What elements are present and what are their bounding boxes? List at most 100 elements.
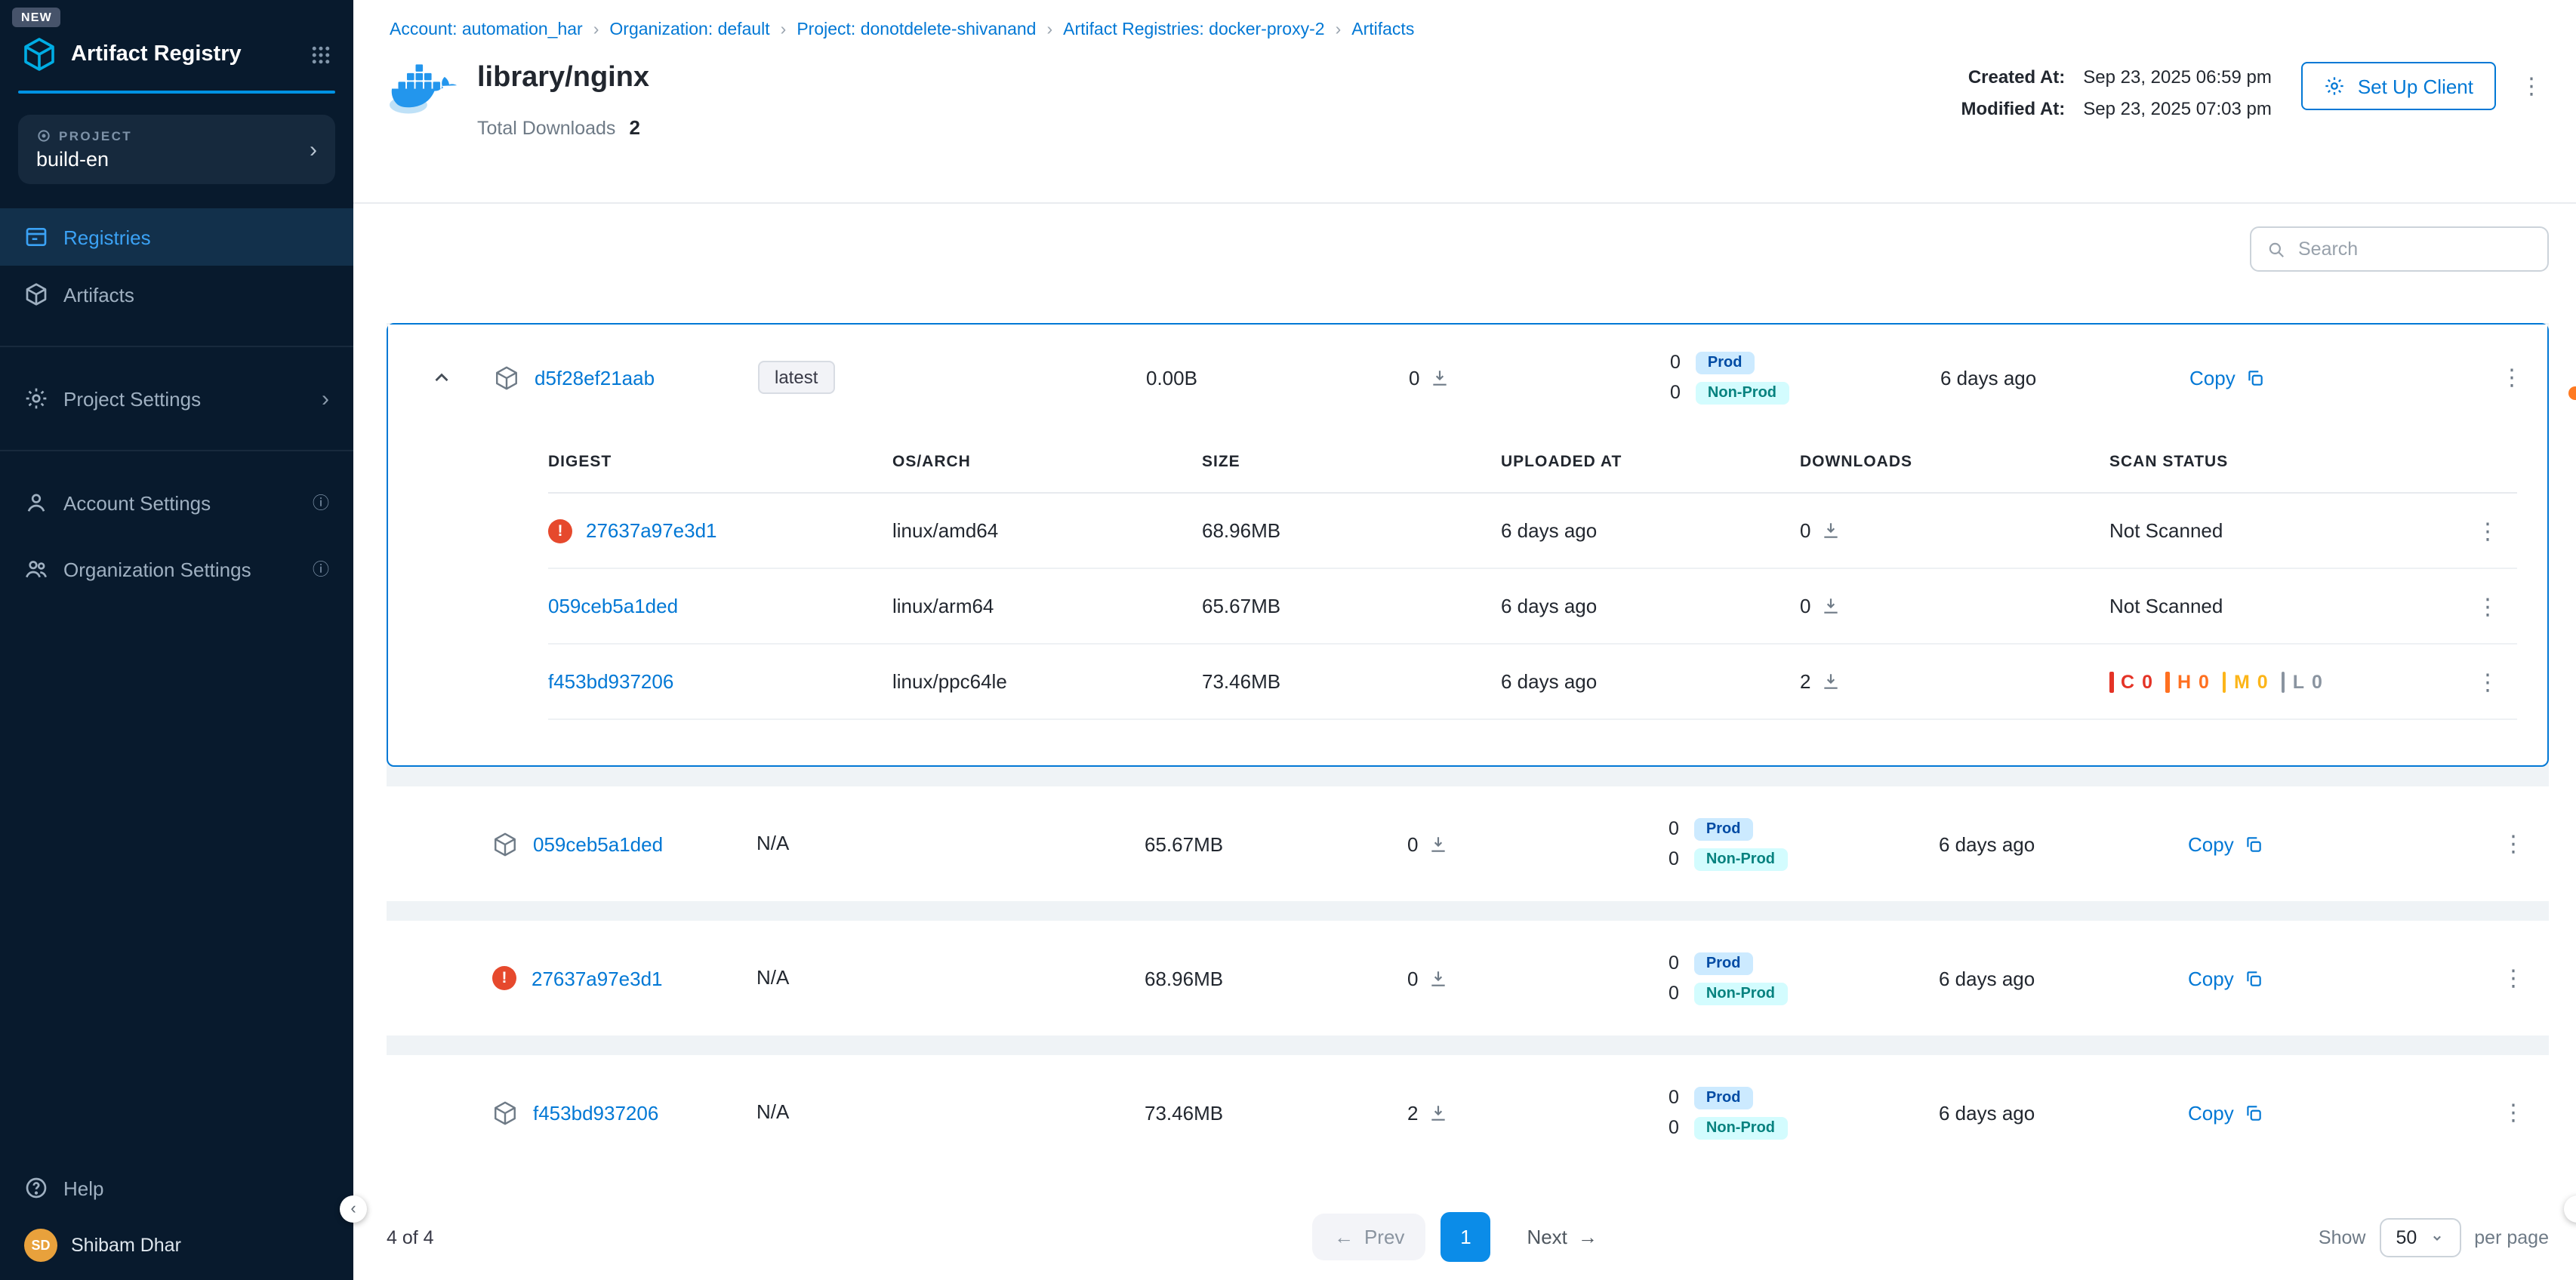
- chevron-up-icon[interactable]: [430, 366, 452, 389]
- breadcrumb-account[interactable]: Account: automation_har: [390, 21, 583, 39]
- module-accent-underline: [18, 91, 335, 94]
- package-icon: [494, 365, 519, 390]
- project-label: PROJECT: [59, 128, 132, 143]
- download-count: 0: [1409, 366, 1419, 389]
- header-menu-icon[interactable]: ⋮: [2520, 72, 2543, 100]
- breadcrumb: Account: automation_har › Organization: …: [353, 0, 2576, 39]
- user-name: Shibam Dhar: [71, 1235, 181, 1256]
- total-downloads-value: 2: [629, 116, 639, 139]
- copy-button[interactable]: Copy: [2189, 366, 2401, 389]
- sidebar-item-project-settings[interactable]: Project Settings ›: [0, 370, 353, 427]
- copy-button[interactable]: Copy: [2188, 832, 2399, 855]
- artifact-name-link[interactable]: 27637a97e3d1: [532, 967, 663, 989]
- updated-time: 6 days ago: [1939, 967, 2188, 989]
- breadcrumb-organization[interactable]: Organization: default: [609, 21, 769, 39]
- artifact-row: ! 27637a97e3d1 N/A 68.96MB 0 0 Prod: [387, 921, 2549, 1035]
- download-icon: [1821, 672, 1841, 691]
- nonprod-count: 0: [1669, 1117, 1679, 1138]
- artifact-size: 0.00B: [1146, 366, 1409, 389]
- modified-at-value: Sep 23, 2025 07:03 pm: [2083, 98, 2272, 119]
- sidebar-item-account-settings[interactable]: Account Settings ⓘ: [0, 474, 353, 531]
- sidebar-item-label: Project Settings: [63, 387, 201, 410]
- project-icon: [36, 128, 51, 143]
- page-size-select[interactable]: 50: [2379, 1217, 2460, 1257]
- download-icon: [1430, 368, 1450, 387]
- column-header-downloads: DOWNLOADS: [1800, 452, 2109, 470]
- per-page-label: per page: [2474, 1226, 2549, 1248]
- expanded-artifact-group: d5f28ef21aab latest 0.00B 0 0 Prod: [387, 323, 2549, 767]
- tag-value: N/A: [756, 966, 789, 989]
- digest-link[interactable]: f453bd937206: [548, 670, 673, 693]
- sidebar-item-help[interactable]: Help: [0, 1159, 353, 1217]
- help-icon: [24, 1176, 48, 1200]
- created-at-value: Sep 23, 2025 06:59 pm: [2083, 66, 2272, 88]
- column-header-os-arch: OS/ARCH: [892, 452, 1202, 470]
- sidebar-bottom: Help SD Shibam Dhar: [0, 1159, 353, 1280]
- breadcrumb-artifacts[interactable]: Artifacts: [1351, 21, 1414, 39]
- row-menu-icon[interactable]: ⋮: [2476, 517, 2517, 544]
- artifact-name-link[interactable]: f453bd937206: [533, 1101, 658, 1124]
- artifact-name-link[interactable]: 059ceb5a1ded: [533, 832, 663, 855]
- prod-badge: Prod: [1694, 817, 1753, 840]
- download-icon: [1428, 1103, 1448, 1122]
- next-page-button[interactable]: Next →: [1505, 1214, 1618, 1260]
- copy-label: Copy: [2188, 1101, 2234, 1124]
- breadcrumb-separator: ›: [1336, 21, 1342, 39]
- digest-row: ! 27637a97e3d1 linux/amd64 68.96MB 6 day…: [548, 494, 2517, 569]
- os-arch: linux/amd64: [892, 519, 1202, 542]
- artifact-name-link[interactable]: d5f28ef21aab: [535, 366, 655, 389]
- prev-page-button[interactable]: ← Prev: [1313, 1214, 1425, 1260]
- pagination: 4 of 4 ← Prev 1 Next → Show 50: [387, 1212, 2549, 1262]
- copy-icon: [2246, 368, 2266, 387]
- artifact-registry-logo-icon: [21, 36, 57, 72]
- search-input[interactable]: [2298, 238, 2532, 260]
- warning-icon: !: [492, 966, 516, 990]
- scan-status: Not Scanned: [2109, 519, 2417, 542]
- sidebar-item-registries[interactable]: Registries: [0, 208, 353, 266]
- copy-button[interactable]: Copy: [2188, 1101, 2399, 1124]
- account-icon: [24, 491, 48, 515]
- page-title: library/nginx: [477, 62, 649, 95]
- project-selector[interactable]: PROJECT build-en ›: [18, 115, 335, 184]
- row-menu-icon[interactable]: ⋮: [2476, 668, 2517, 695]
- nonprod-badge: Non-Prod: [1694, 848, 1787, 870]
- row-menu-icon[interactable]: ⋮: [2502, 830, 2549, 857]
- breadcrumb-registry[interactable]: Artifact Registries: docker-proxy-2: [1063, 21, 1324, 39]
- sidebar-item-artifacts[interactable]: Artifacts: [0, 266, 353, 323]
- column-header-uploaded-at: UPLOADED AT: [1501, 452, 1800, 470]
- row-menu-icon[interactable]: ⋮: [2502, 1099, 2549, 1126]
- copy-button[interactable]: Copy: [2188, 967, 2399, 989]
- prev-label: Prev: [1364, 1226, 1404, 1248]
- sidebar-item-label: Registries: [63, 226, 151, 248]
- user-profile[interactable]: SD Shibam Dhar: [0, 1217, 353, 1280]
- prod-count: 0: [1669, 1087, 1679, 1108]
- set-up-client-button[interactable]: Set Up Client: [2302, 62, 2496, 110]
- artifact-row: f453bd937206 N/A 73.46MB 2 0 Prod: [387, 1055, 2549, 1170]
- module-grid-icon[interactable]: [310, 43, 332, 66]
- row-menu-icon[interactable]: ⋮: [2476, 592, 2517, 620]
- sidebar-item-organization-settings[interactable]: Organization Settings ⓘ: [0, 540, 353, 598]
- avatar: SD: [24, 1229, 57, 1262]
- sidebar-collapse-handle[interactable]: ‹: [340, 1195, 367, 1223]
- breadcrumb-project[interactable]: Project: donotdelete-shivanand: [797, 21, 1036, 39]
- project-value: build-en: [36, 148, 310, 171]
- chevron-right-icon: ›: [310, 138, 317, 161]
- digest-size: 73.46MB: [1202, 670, 1501, 693]
- sidebar-item-label: Artifacts: [63, 283, 134, 306]
- digest-link[interactable]: 059ceb5a1ded: [548, 595, 678, 617]
- search-box[interactable]: [2250, 226, 2549, 272]
- download-count: 0: [1800, 595, 1810, 617]
- breadcrumb-separator: ›: [593, 21, 599, 39]
- main-content: Account: automation_har › Organization: …: [353, 0, 2576, 1280]
- scan-status: Not Scanned: [2109, 595, 2417, 617]
- row-menu-icon[interactable]: ⋮: [2502, 965, 2549, 992]
- docker-icon: [390, 57, 459, 118]
- row-menu-icon[interactable]: ⋮: [2501, 364, 2547, 391]
- digest-link[interactable]: 27637a97e3d1: [586, 519, 717, 542]
- toolbar: [353, 204, 2576, 272]
- created-at-label: Created At:: [1961, 66, 2066, 88]
- page-number-button[interactable]: 1: [1441, 1212, 1490, 1262]
- breadcrumb-separator: ›: [781, 21, 787, 39]
- download-count: 2: [1407, 1101, 1418, 1124]
- artifact-size: 73.46MB: [1145, 1101, 1407, 1124]
